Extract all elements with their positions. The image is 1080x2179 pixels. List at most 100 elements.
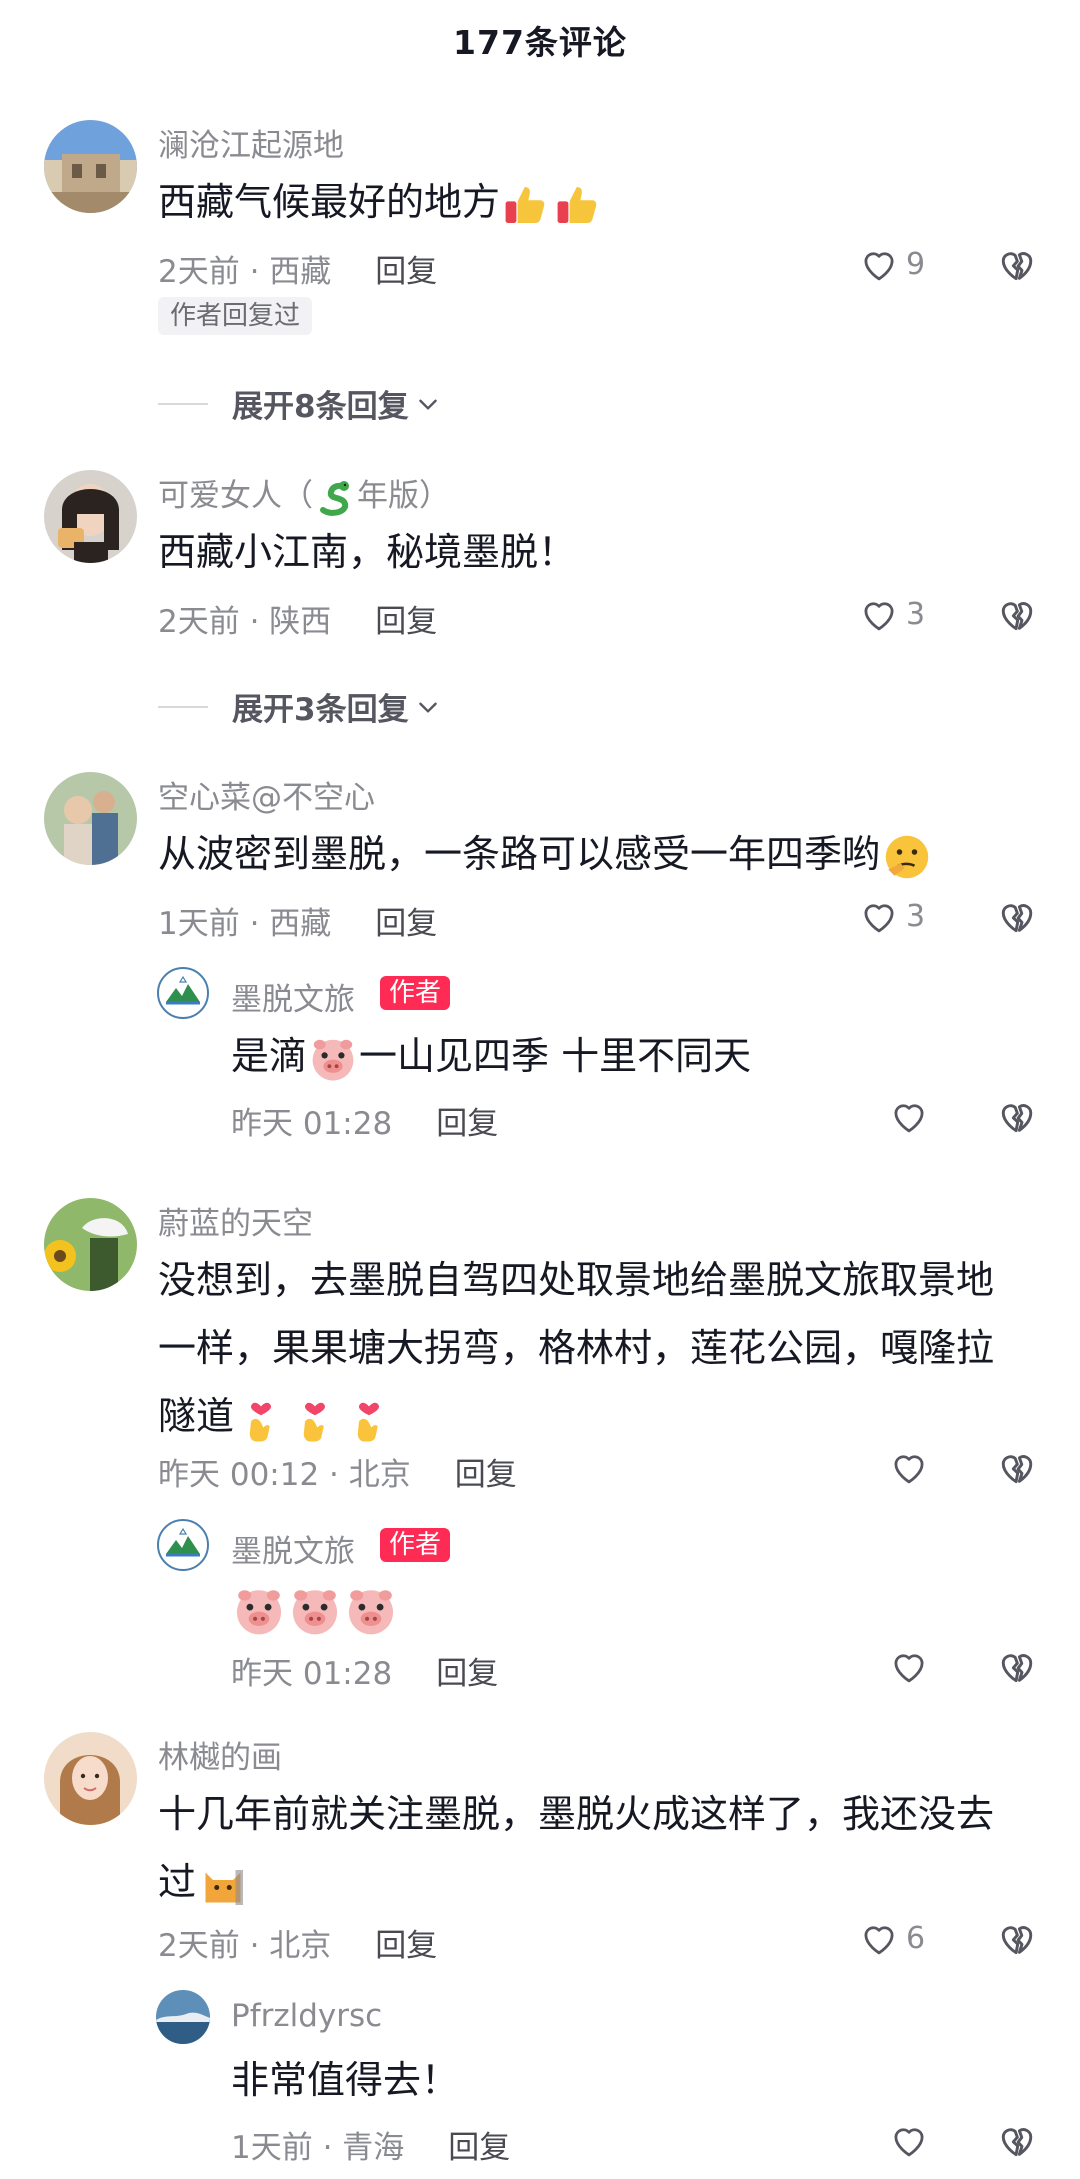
reply-button[interactable]: 回复 <box>375 596 437 641</box>
dislike-button[interactable] <box>995 894 1039 938</box>
cat-emoji-icon <box>198 1860 248 1910</box>
comment-text-line: 隧道 <box>158 1382 396 1450</box>
avatar[interactable] <box>156 1518 210 1572</box>
comment-meta: 昨天 00:12 · 北京 回复 <box>158 1449 517 1494</box>
comment-meta: 2天前 · 北京 回复 <box>158 1920 437 1965</box>
dislike-button[interactable] <box>995 1916 1039 1960</box>
pig-face-emoji-icon <box>233 1585 285 1637</box>
comment-meta: 1天前 · 西藏 回复 <box>158 898 437 943</box>
comment-time-location: 2天前 · 陕西 <box>158 604 332 640</box>
broken-heart-icon <box>995 894 1039 938</box>
chevron-down-icon <box>415 694 441 720</box>
like-button[interactable] <box>888 1645 930 1687</box>
expand-replies-label: 展开3条回复 <box>232 692 409 728</box>
reply-button[interactable]: 回复 <box>448 2122 510 2167</box>
comment-text: 西藏气候最好的地方 <box>158 168 604 236</box>
chevron-down-icon <box>415 391 441 417</box>
comment-text: 从波密到墨脱，一条路可以感受一年四季哟 <box>158 820 934 888</box>
like-button[interactable]: 3 <box>858 593 925 635</box>
reply-text <box>231 1574 399 1642</box>
avatar[interactable] <box>156 966 210 1020</box>
comment-username[interactable]: 林樾的画 <box>158 1732 282 1777</box>
broken-heart-icon <box>995 2118 1039 2162</box>
pig-face-emoji-icon <box>345 1585 397 1637</box>
reply-time-location: 1天前 · 青海 <box>231 2130 405 2166</box>
reply-time: 昨天 01:28 <box>231 1106 393 1142</box>
avatar[interactable] <box>44 772 137 865</box>
comment-username[interactable]: 澜沧江起源地 <box>158 120 344 165</box>
reply-button[interactable]: 回复 <box>375 898 437 943</box>
comment-time-location: 2天前 · 北京 <box>158 1928 332 1964</box>
avatar[interactable] <box>44 1732 137 1825</box>
comment-username[interactable]: 空心菜@不空心 <box>158 772 375 817</box>
reply-username[interactable]: 墨脱文旅 <box>231 974 355 1019</box>
avatar[interactable] <box>44 470 137 563</box>
heart-outline-icon <box>858 895 900 937</box>
like-count: 3 <box>906 596 926 632</box>
reply-button[interactable]: 回复 <box>375 1920 437 1965</box>
like-button[interactable]: 6 <box>858 1917 925 1959</box>
dislike-button[interactable] <box>995 1445 1039 1489</box>
dislike-button[interactable] <box>995 1094 1039 1138</box>
comment-count-title: 177条评论 <box>453 23 627 62</box>
heart-outline-icon <box>888 1095 930 1137</box>
motuo-logo-icon <box>156 966 210 1020</box>
pig-face-emoji-icon <box>309 1035 357 1083</box>
broken-heart-icon <box>995 1644 1039 1688</box>
comment-username[interactable]: 蔚蓝的天空 <box>158 1198 313 1243</box>
like-count: 6 <box>906 1920 926 1956</box>
dislike-button[interactable] <box>995 2118 1039 2162</box>
heart-outline-icon <box>858 243 900 285</box>
reply-text: 非常值得去！ <box>231 2058 460 2102</box>
broken-heart-icon <box>995 1445 1039 1489</box>
like-button[interactable] <box>888 1446 930 1488</box>
finger-heart-emoji-icon <box>344 1394 394 1444</box>
avatar[interactable] <box>156 1990 210 2044</box>
comments-header: 177条评论 <box>0 0 1080 80</box>
comment-time-location: 2天前 · 西藏 <box>158 254 332 290</box>
like-button[interactable]: 3 <box>858 895 925 937</box>
avatar[interactable] <box>44 120 137 213</box>
expand-replies-button[interactable]: 展开3条回复 <box>158 684 441 729</box>
like-count: 3 <box>906 898 926 934</box>
comment-text: 西藏小江南，秘境墨脱！ <box>158 530 577 574</box>
reply-button[interactable]: 回复 <box>436 1648 498 1693</box>
avatar[interactable] <box>44 1198 137 1291</box>
thumbs-up-emoji-icon <box>554 181 602 229</box>
comment-text-line: 一样，果果塘大拐弯，格林村，莲花公园，嘎隆拉 <box>158 1326 995 1370</box>
reply-username[interactable]: 墨脱文旅 <box>231 1526 355 1571</box>
broken-heart-icon <box>995 1916 1039 1960</box>
broken-heart-icon <box>995 242 1039 286</box>
heart-outline-icon <box>858 1917 900 1959</box>
comment-username[interactable]: 可爱女人（ 年版） <box>158 470 450 518</box>
comment-meta: 2天前 · 西藏 回复 <box>158 246 437 291</box>
comment-text-line: 过 <box>158 1848 250 1916</box>
reply-meta: 1天前 · 青海 回复 <box>231 2122 510 2167</box>
reply-button[interactable]: 回复 <box>436 1098 498 1143</box>
reply-time: 昨天 01:28 <box>231 1656 393 1692</box>
broken-heart-icon <box>995 1094 1039 1138</box>
thumbs-up-emoji-icon <box>502 181 550 229</box>
dislike-button[interactable] <box>995 592 1039 636</box>
reply-meta: 昨天 01:28 回复 <box>231 1648 498 1693</box>
reply-meta: 昨天 01:28 回复 <box>231 1098 498 1143</box>
author-badge: 作者 <box>380 976 451 1010</box>
motuo-logo-icon <box>156 1518 210 1572</box>
finger-heart-emoji-icon <box>290 1394 340 1444</box>
author-badge: 作者 <box>380 1528 451 1562</box>
dislike-button[interactable] <box>995 1644 1039 1688</box>
heart-outline-icon <box>888 1446 930 1488</box>
reply-button[interactable]: 回复 <box>375 246 437 291</box>
like-button[interactable]: 9 <box>858 243 925 285</box>
dislike-button[interactable] <box>995 242 1039 286</box>
comment-time-location: 昨天 00:12 · 北京 <box>158 1457 411 1493</box>
reply-username[interactable]: Pfrzldyrsc <box>231 1998 382 2034</box>
reply-button[interactable]: 回复 <box>455 1449 517 1494</box>
expand-replies-button[interactable]: 展开8条回复 <box>158 381 441 426</box>
snake-emoji-icon <box>315 478 355 518</box>
heart-outline-icon <box>858 593 900 635</box>
like-button[interactable] <box>888 2119 930 2161</box>
like-button[interactable] <box>888 1095 930 1137</box>
expand-replies-label: 展开8条回复 <box>232 389 409 425</box>
like-count: 9 <box>906 246 926 282</box>
